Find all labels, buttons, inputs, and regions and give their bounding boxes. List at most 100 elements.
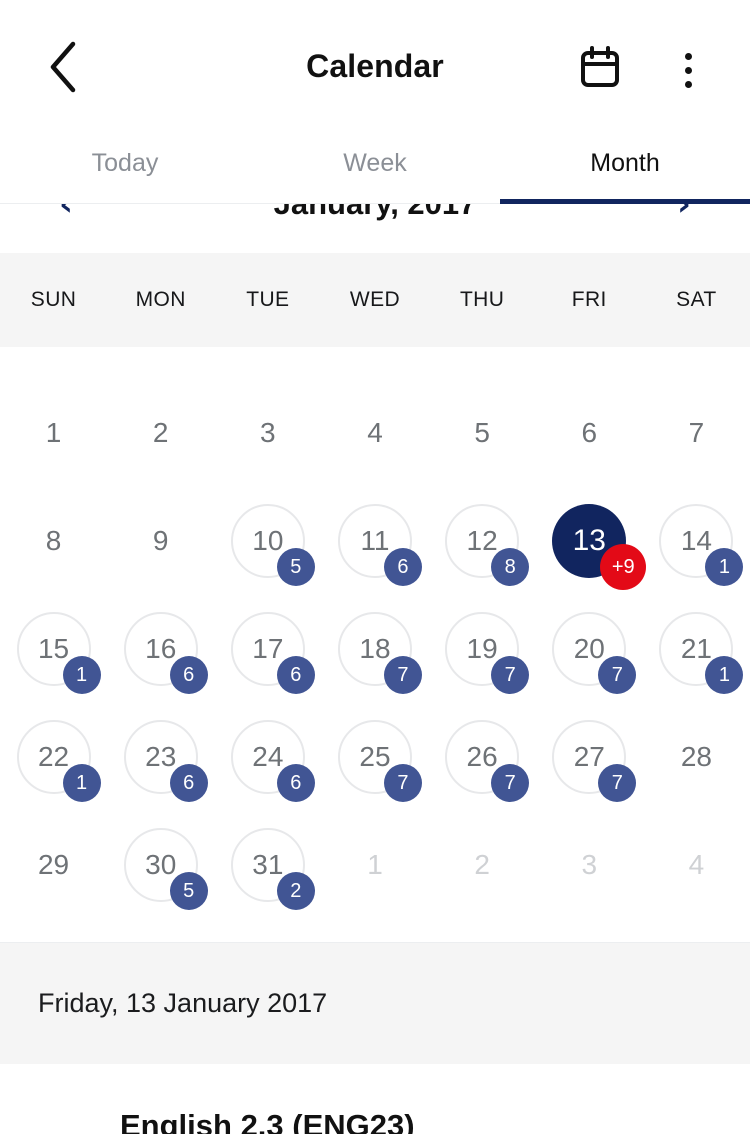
- calendar-week-row: 22 1 23 6 24 6 25 7 26 7 27 7 28: [0, 703, 750, 811]
- calendar-day[interactable]: 12 8: [445, 504, 530, 586]
- calendar-day-cell[interactable]: 31 2: [214, 811, 321, 919]
- calendar-screen: ‹ January, 2017 › Calendar: [0, 0, 750, 1134]
- day-event-count-badge: 6: [169, 764, 208, 802]
- calendar-day-cell[interactable]: 7: [643, 379, 750, 487]
- selected-date-text: Friday, 13 January 2017: [38, 988, 328, 1018]
- calendar-day[interactable]: 4: [338, 396, 412, 470]
- calendar-day[interactable]: 3: [552, 828, 626, 902]
- weekday-fri: FRI: [571, 288, 607, 311]
- calendar-day-cell[interactable]: 9: [107, 487, 214, 595]
- tab-week-label: Week: [343, 148, 407, 177]
- calendar-day-cell[interactable]: 13 +9: [536, 487, 647, 595]
- calendar-day[interactable]: 4: [659, 828, 733, 902]
- tab-month-label: Month: [590, 148, 660, 177]
- calendar-day-cell[interactable]: 6: [536, 379, 643, 487]
- calendar-day[interactable]: 7: [659, 396, 733, 470]
- calendar-day[interactable]: 28: [659, 720, 733, 794]
- calendar-day[interactable]: 30 5: [123, 828, 208, 910]
- tab-today-label: Today: [91, 148, 159, 177]
- calendar-day-cell[interactable]: 15 1: [0, 595, 107, 703]
- calendar-day[interactable]: 25 7: [337, 720, 422, 802]
- calendar-day-cell[interactable]: 18 7: [321, 595, 428, 703]
- calendar-day[interactable]: 5: [445, 396, 519, 470]
- tab-month[interactable]: Month: [500, 122, 750, 204]
- calendar-day-selected[interactable]: 13 +9: [552, 504, 647, 590]
- calendar-day-cell[interactable]: 5: [429, 379, 536, 487]
- calendar-day[interactable]: 27 7: [552, 720, 637, 802]
- calendar-day-cell[interactable]: 2: [429, 811, 536, 919]
- day-event-count-badge: 7: [598, 764, 637, 802]
- calendar-day[interactable]: 11 6: [337, 504, 422, 586]
- calendar-week-row: 15 1 16 6 17 6 18 7 19 7 20 7 21 1: [0, 595, 750, 703]
- calendar-week-row: 29 30 5 31 2 1 2 3 4: [0, 811, 750, 919]
- day-event-count-badge: 5: [169, 872, 208, 910]
- tab-week[interactable]: Week: [250, 122, 500, 204]
- calendar-day-cell[interactable]: 27 7: [536, 703, 643, 811]
- app-bar: Calendar: [0, 0, 750, 122]
- calendar-week-row: 1234567: [0, 379, 750, 487]
- calendar-day-cell[interactable]: 20 7: [536, 595, 643, 703]
- calendar-day-cell[interactable]: 22 1: [0, 703, 107, 811]
- calendar-day[interactable]: 8: [17, 504, 91, 578]
- calendar-day-cell[interactable]: 25 7: [321, 703, 428, 811]
- calendar-day-cell[interactable]: 4: [321, 379, 428, 487]
- calendar-day-cell[interactable]: 1: [0, 379, 107, 487]
- calendar-day-cell[interactable]: 3: [536, 811, 643, 919]
- calendar-day-cell[interactable]: 30 5: [107, 811, 214, 919]
- calendar-day-cell[interactable]: 12 8: [429, 487, 536, 595]
- event-item-title[interactable]: English 2.3 (ENG23): [120, 1108, 415, 1134]
- calendar-day-cell[interactable]: 11 6: [321, 487, 428, 595]
- day-event-count-badge: 7: [383, 656, 422, 694]
- calendar-day[interactable]: 2: [124, 396, 198, 470]
- calendar-day-cell[interactable]: 8: [0, 487, 107, 595]
- calendar-day[interactable]: 2: [445, 828, 519, 902]
- calendar-day-cell[interactable]: 17 6: [214, 595, 321, 703]
- calendar-day[interactable]: 6: [552, 396, 626, 470]
- calendar-day[interactable]: 19 7: [445, 612, 530, 694]
- calendar-day[interactable]: 1: [17, 396, 91, 470]
- calendar-day-cell[interactable]: 23 6: [107, 703, 214, 811]
- calendar-day-cell[interactable]: 29: [0, 811, 107, 919]
- calendar-day-cell[interactable]: 26 7: [429, 703, 536, 811]
- calendar-day[interactable]: 24 6: [230, 720, 315, 802]
- calendar-day[interactable]: 26 7: [445, 720, 530, 802]
- calendar-day[interactable]: 18 7: [337, 612, 422, 694]
- calendar-day[interactable]: 29: [17, 828, 91, 902]
- selected-date-band: Friday, 13 January 2017: [0, 942, 750, 1064]
- calendar-day-cell[interactable]: 2: [107, 379, 214, 487]
- weekday-wed: WED: [349, 288, 401, 311]
- calendar-day[interactable]: 9: [124, 504, 198, 578]
- tab-today[interactable]: Today: [0, 122, 250, 204]
- calendar-day[interactable]: 3: [231, 396, 305, 470]
- more-vertical-icon-dot-2: [684, 66, 692, 74]
- calendar-day[interactable]: 1: [338, 828, 412, 902]
- calendar-day-cell[interactable]: 24 6: [214, 703, 321, 811]
- calendar-day-cell[interactable]: 4: [643, 811, 750, 919]
- calendar-day-cell[interactable]: 10 5: [214, 487, 321, 595]
- calendar-icon-button[interactable]: [570, 40, 630, 100]
- calendar-day[interactable]: 16 6: [123, 612, 208, 694]
- calendar-day-cell[interactable]: 19 7: [429, 595, 536, 703]
- calendar-day-cell[interactable]: 28: [643, 703, 750, 811]
- calendar-day[interactable]: 10 5: [230, 504, 315, 586]
- more-vertical-icon-dot-1: [684, 52, 692, 60]
- weekday-tue: TUE: [246, 288, 290, 311]
- more-options-button[interactable]: [660, 40, 716, 100]
- calendar-day[interactable]: 22 1: [16, 720, 101, 802]
- day-overflow-badge: +9: [600, 544, 647, 590]
- calendar-day[interactable]: 31 2: [230, 828, 315, 910]
- calendar-day-cell[interactable]: 14 1: [643, 487, 750, 595]
- calendar-day-cell[interactable]: 16 6: [107, 595, 214, 703]
- weekday-sun: SUN: [30, 288, 77, 311]
- day-event-count-badge: 7: [598, 656, 637, 694]
- calendar-day[interactable]: 17 6: [230, 612, 315, 694]
- calendar-day[interactable]: 23 6: [123, 720, 208, 802]
- calendar-day[interactable]: 15 1: [16, 612, 101, 694]
- calendar-day[interactable]: 14 1: [659, 504, 744, 586]
- calendar-day[interactable]: 21 1: [659, 612, 744, 694]
- calendar-day-cell[interactable]: 3: [214, 379, 321, 487]
- calendar-day[interactable]: 20 7: [552, 612, 637, 694]
- day-event-count-badge: 5: [276, 548, 315, 586]
- calendar-day-cell[interactable]: 21 1: [643, 595, 750, 703]
- calendar-day-cell[interactable]: 1: [321, 811, 428, 919]
